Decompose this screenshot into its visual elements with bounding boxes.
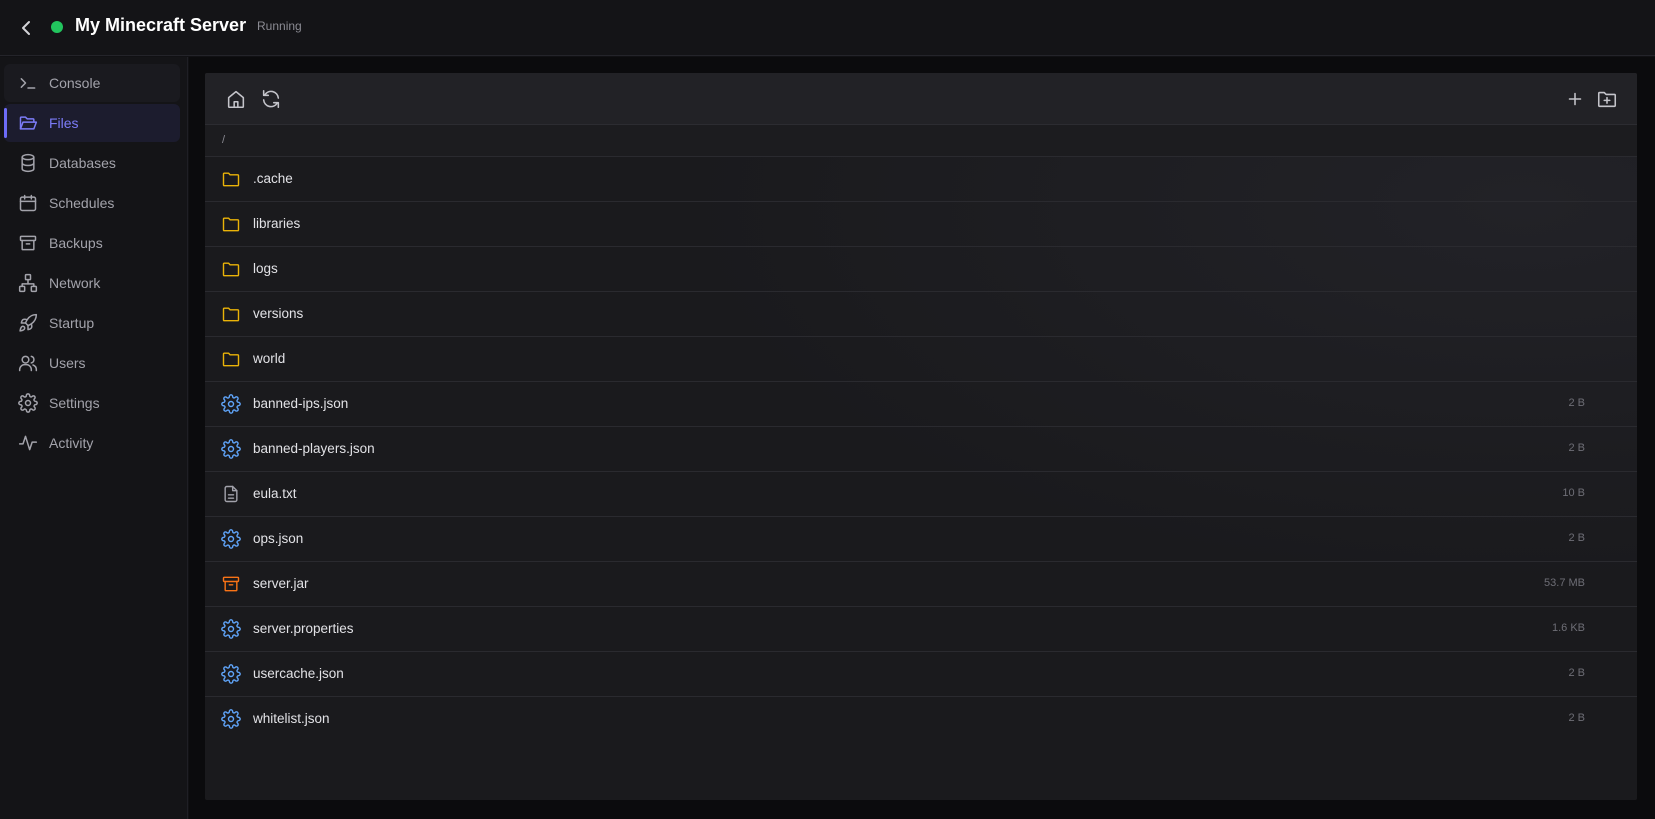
folder-row[interactable]: logs xyxy=(205,247,1637,292)
refresh-button[interactable] xyxy=(260,88,282,110)
sidebar-item-label: Users xyxy=(49,355,86,371)
gear-icon xyxy=(18,393,38,413)
file-row[interactable]: usercache.json 2 B xyxy=(205,652,1637,697)
archive-file-icon xyxy=(221,574,241,594)
file-size: 2 B xyxy=(1568,442,1585,454)
file-manager-panel: / .cache libraries logs versions world banned… xyxy=(205,73,1637,800)
folder-row[interactable]: .cache xyxy=(205,157,1637,202)
sidebar-item-activity[interactable]: Activity xyxy=(4,424,180,462)
sidebar-item-label: Console xyxy=(49,75,101,91)
file-size: 2 B xyxy=(1568,397,1585,409)
sidebar-item-backups[interactable]: Backups xyxy=(4,224,180,262)
sidebar-item-console[interactable]: Console xyxy=(4,64,180,102)
folder-open-icon xyxy=(19,116,38,130)
sidebar-item-label: Startup xyxy=(49,315,95,331)
sidebar-item-users[interactable]: Users xyxy=(4,344,180,382)
file-row[interactable]: banned-ips.json 2 B xyxy=(205,382,1637,427)
folder-icon xyxy=(221,349,241,369)
new-folder-icon xyxy=(1597,91,1617,108)
folder-icon xyxy=(221,214,241,234)
file-name: world xyxy=(253,351,286,366)
sidebar-item-label: Files xyxy=(49,115,79,131)
file-size: 1.6 KB xyxy=(1551,622,1585,634)
config-file-icon xyxy=(221,664,241,684)
sidebar-item-schedules[interactable]: Schedules xyxy=(4,184,180,222)
folder-icon xyxy=(221,259,241,279)
new-folder-button[interactable] xyxy=(1596,88,1618,110)
config-file-icon xyxy=(221,394,241,414)
file-row[interactable]: server.jar 53.7 MB xyxy=(205,562,1637,607)
home-button[interactable] xyxy=(225,88,247,110)
file-row[interactable]: ops.json 2 B xyxy=(205,517,1637,562)
sidebar-item-files[interactable]: Files xyxy=(4,104,180,142)
status-indicator xyxy=(51,21,63,33)
file-row[interactable]: whitelist.json 2 B xyxy=(205,697,1637,742)
top-bar: My Minecraft Server Running xyxy=(0,0,1655,56)
activity-icon xyxy=(18,435,38,451)
network-icon xyxy=(18,273,38,293)
file-name: whitelist.json xyxy=(253,711,330,726)
sidebar-item-label: Network xyxy=(49,275,101,291)
config-file-icon xyxy=(221,619,241,639)
sidebar-item-label: Activity xyxy=(49,435,94,451)
file-name: logs xyxy=(253,261,278,276)
folder-icon xyxy=(221,169,241,189)
sidebar-item-network[interactable]: Network xyxy=(4,264,180,302)
home-icon xyxy=(227,90,245,109)
chevron-left-icon xyxy=(22,21,30,35)
file-list: .cache libraries logs versions world banned-i… xyxy=(205,157,1637,742)
file-row[interactable]: server.properties 1.6 KB xyxy=(205,607,1637,652)
sidebar-item-startup[interactable]: Startup xyxy=(4,304,180,342)
file-name: libraries xyxy=(253,216,301,231)
folder-row[interactable]: versions xyxy=(205,292,1637,337)
server-title: My Minecraft Server xyxy=(75,15,247,35)
file-name: banned-ips.json xyxy=(253,396,349,411)
text-file-icon xyxy=(221,484,241,504)
file-name: ops.json xyxy=(253,531,304,546)
sidebar-item-databases[interactable]: Databases xyxy=(4,144,180,182)
file-size: 53.7 MB xyxy=(1544,577,1585,589)
file-size: 2 B xyxy=(1568,532,1585,544)
config-file-icon xyxy=(221,709,241,729)
sidebar-item-label: Schedules xyxy=(49,195,115,211)
database-icon xyxy=(21,153,35,173)
config-file-icon xyxy=(221,529,241,549)
sidebar: Console Files Databases Schedules Backup… xyxy=(0,57,188,819)
terminal-icon xyxy=(20,78,36,89)
folder-icon xyxy=(221,304,241,324)
breadcrumb-root[interactable]: / xyxy=(222,134,225,146)
rocket-icon xyxy=(19,313,38,332)
plus-icon xyxy=(1568,92,1582,106)
file-name: server.properties xyxy=(253,621,354,636)
refresh-icon xyxy=(262,89,280,109)
sidebar-item-settings[interactable]: Settings xyxy=(4,384,180,422)
file-row[interactable]: eula.txt 10 B xyxy=(205,472,1637,517)
breadcrumb: / xyxy=(205,125,1637,157)
file-name: usercache.json xyxy=(253,666,344,681)
archive-icon xyxy=(19,235,37,251)
file-name: banned-players.json xyxy=(253,441,375,456)
folder-row[interactable]: libraries xyxy=(205,202,1637,247)
file-toolbar xyxy=(205,73,1637,125)
calendar-icon xyxy=(19,194,37,212)
file-name: .cache xyxy=(253,171,293,186)
file-name: eula.txt xyxy=(253,486,297,501)
users-icon xyxy=(18,355,38,372)
folder-row[interactable]: world xyxy=(205,337,1637,382)
sidebar-item-label: Settings xyxy=(49,395,100,411)
new-file-button[interactable] xyxy=(1564,88,1586,110)
config-file-icon xyxy=(221,439,241,459)
file-size: 10 B xyxy=(1562,487,1585,499)
file-name: server.jar xyxy=(253,576,309,591)
file-name: versions xyxy=(253,306,304,321)
file-row[interactable]: banned-players.json 2 B xyxy=(205,427,1637,472)
back-button[interactable] xyxy=(14,16,38,40)
sidebar-item-label: Databases xyxy=(49,155,116,171)
file-size: 2 B xyxy=(1568,667,1585,679)
sidebar-item-label: Backups xyxy=(49,235,103,251)
file-size: 2 B xyxy=(1568,712,1585,724)
server-status: Running xyxy=(257,19,302,33)
